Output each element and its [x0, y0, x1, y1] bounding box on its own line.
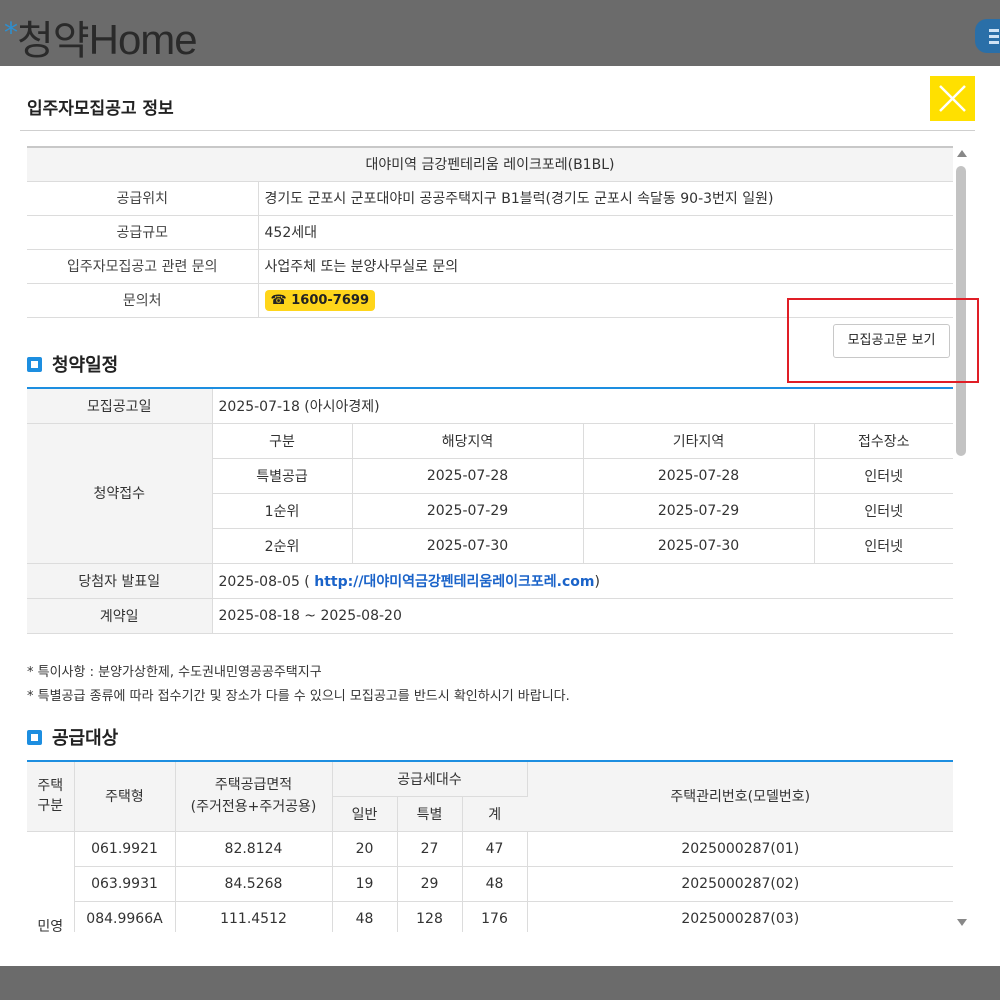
row-special: 27	[397, 831, 463, 867]
row-place: 인터넷	[814, 493, 953, 529]
phone-icon: ☎	[270, 292, 287, 308]
row-total: 48	[462, 866, 528, 902]
row-type: 063.9931	[74, 866, 176, 902]
row-mgmt-no: 2025000287(02)	[527, 866, 953, 902]
row-area: 111.4512	[175, 901, 333, 932]
supply-table: 주택 구분 주택형 주택공급면적 (주거전용+주거공용) 공급세대수 주택관리번…	[27, 760, 953, 932]
row-place: 인터넷	[814, 528, 953, 564]
row-local: 2025-07-28	[352, 458, 584, 494]
announce-label: 모집공고일	[27, 388, 213, 424]
row-other: 2025-07-28	[583, 458, 815, 494]
row-area: 84.5268	[175, 866, 333, 902]
row-place: 인터넷	[814, 458, 953, 494]
location-label: 공급위치	[27, 181, 259, 216]
scale-label: 공급규모	[27, 215, 259, 250]
row-other: 2025-07-29	[583, 493, 815, 529]
close-button[interactable]	[930, 76, 975, 121]
receipt-label: 청약접수	[27, 423, 213, 564]
col-total: 계	[462, 796, 527, 832]
phone-number: 1600-7699	[291, 292, 369, 308]
scrollbar[interactable]	[953, 146, 970, 932]
complex-info-table: 대야미역 금강펜테리움 레이크포레(B1BL) 공급위치 경기도 군포시 군포대…	[27, 146, 953, 318]
row-type: 084.9966A	[74, 901, 176, 932]
row-general: 48	[332, 901, 398, 932]
col-general: 일반	[332, 796, 398, 832]
winner-close: )	[594, 573, 600, 590]
schedule-title-text: 청약일정	[52, 355, 119, 376]
col-area: 주택공급면적 (주거전용+주거공용)	[175, 761, 333, 832]
bottom-overlay	[0, 966, 1000, 1000]
col-households: 공급세대수	[332, 761, 528, 797]
winner-label: 당첨자 발표일	[27, 563, 213, 599]
col-type: 구분	[212, 423, 353, 459]
row-special: 29	[397, 866, 463, 902]
row-mgmt-no: 2025000287(03)	[527, 901, 953, 932]
supply-title-text: 공급대상	[52, 728, 119, 749]
notice-info-modal: 입주자모집공고 정보 대야미역 금강펜테리움 레이크포레(B1BL) 공급위치 …	[0, 66, 1000, 966]
col-house-category: 주택 구분	[27, 761, 75, 832]
row-general: 20	[332, 831, 398, 867]
close-icon	[939, 85, 966, 112]
logo[interactable]: *청약Home	[4, 8, 198, 66]
row-mgmt-no: 2025000287(01)	[527, 831, 953, 867]
row-type: 특별공급	[212, 458, 353, 494]
note-special: * 특이사항 : 분양가상한제, 수도권내민영공공주택지구	[27, 665, 322, 680]
inquiry-value: 사업주체 또는 분양사무실로 문의	[258, 249, 953, 284]
row-type: 1순위	[212, 493, 353, 529]
menu-icon[interactable]	[975, 19, 1000, 53]
phone-badge[interactable]: ☎ 1600-7699	[264, 289, 375, 311]
col-house-type: 주택형	[74, 761, 176, 832]
category-cell: 민영	[27, 831, 75, 932]
col-local: 해당지역	[352, 423, 584, 459]
schedule-section-title: 청약일정	[27, 351, 118, 377]
area-header: 주택공급면적	[214, 777, 293, 794]
row-type: 2순위	[212, 528, 353, 564]
supply-section-title: 공급대상	[27, 724, 118, 750]
logo-home: Home	[88, 16, 198, 63]
logo-korean: 청약	[17, 18, 90, 64]
contract-label: 계약일	[27, 598, 213, 634]
highlight-annotation	[787, 298, 979, 383]
row-total: 47	[462, 831, 528, 867]
col-place: 접수장소	[814, 423, 953, 459]
note-caution: * 특별공급 종류에 따라 접수기간 및 장소가 다를 수 있으니 모집공고를 …	[27, 689, 570, 704]
col-other: 기타지역	[583, 423, 815, 459]
modal-scroll-area[interactable]: 대야미역 금강펜테리움 레이크포레(B1BL) 공급위치 경기도 군포시 군포대…	[0, 146, 975, 932]
row-area: 82.8124	[175, 831, 333, 867]
scroll-down-icon[interactable]	[957, 919, 967, 926]
row-other: 2025-07-30	[583, 528, 815, 564]
title-divider	[20, 130, 975, 131]
contact-label: 문의처	[27, 283, 259, 318]
col-mgmt-no: 주택관리번호(모델번호)	[527, 761, 953, 832]
contract-value: 2025-08-18 ~ 2025-08-20	[212, 598, 953, 634]
table-row: 063.9931 84.5268 19 29 48 2025000287(02)	[27, 866, 953, 902]
modal-title: 입주자모집공고 정보	[27, 99, 174, 119]
row-special: 128	[397, 901, 463, 932]
complex-name: 대야미역 금강펜테리움 레이크포레(B1BL)	[27, 147, 953, 182]
inquiry-label: 입주자모집공고 관련 문의	[27, 249, 259, 284]
winner-date: 2025-08-05 (	[218, 573, 310, 590]
winner-link[interactable]: http://대야미역금강펜테리움레이크포레.com	[314, 574, 594, 590]
table-row: 084.9966A 111.4512 48 128 176 2025000287…	[27, 901, 953, 932]
scroll-up-icon[interactable]	[957, 150, 967, 157]
scale-value: 452세대	[258, 215, 953, 250]
area-subheader: (주거전용+주거공용)	[190, 799, 317, 816]
winner-value: 2025-08-05 ( http://대야미역금강펜테리움레이크포레.com)	[212, 563, 953, 599]
section-bullet-icon	[27, 730, 42, 745]
schedule-table: 모집공고일 2025-07-18 (아시아경제) 청약접수 구분 해당지역 기타…	[27, 387, 953, 634]
row-total: 176	[462, 901, 528, 932]
col-special: 특별	[397, 796, 463, 832]
table-row: 민영 061.9921 82.8124 20 27 47 2025000287(…	[27, 831, 953, 932]
location-value: 경기도 군포시 군포대야미 공공주택지구 B1블럭(경기도 군포시 속달동 90…	[258, 181, 953, 216]
row-local: 2025-07-30	[352, 528, 584, 564]
row-type: 061.9921	[74, 831, 176, 867]
announce-value: 2025-07-18 (아시아경제)	[212, 388, 953, 424]
row-local: 2025-07-29	[352, 493, 584, 529]
app-header: *청약Home	[0, 0, 1000, 66]
logo-star: *	[4, 16, 18, 49]
section-bullet-icon	[27, 357, 42, 372]
row-general: 19	[332, 866, 398, 902]
